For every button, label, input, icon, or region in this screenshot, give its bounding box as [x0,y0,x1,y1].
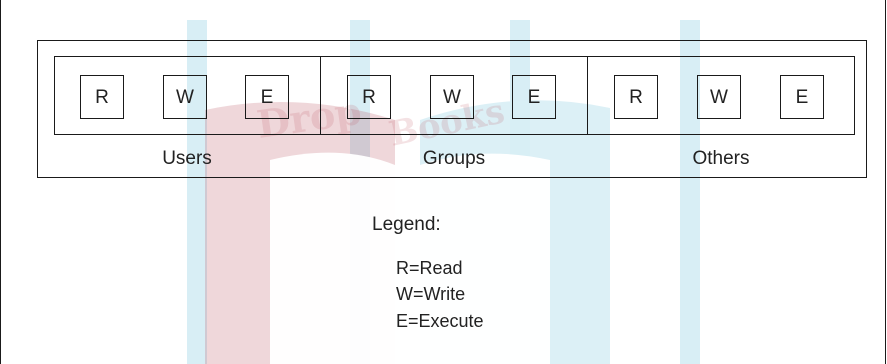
others-read-box: R [614,75,658,119]
legend-item-read: R=Read [396,258,463,278]
legend-item-execute: E=Execute [396,311,484,331]
group-divider-users-groups [320,56,321,135]
others-write-box: W [697,75,741,119]
groups-execute-box: E [512,75,556,119]
others-execute-box: E [780,75,824,119]
diagram-canvas: Drop Books R W E R W E R W E Users Group… [0,0,887,364]
groups-read-box: R [347,75,391,119]
users-write-box: W [163,75,207,119]
users-label: Users [162,148,212,169]
group-divider-groups-others [587,56,588,135]
users-execute-box: E [245,75,289,119]
users-read-box: R [80,75,124,119]
legend-item-write: W=Write [396,284,466,304]
groups-write-box: W [430,75,474,119]
groups-label: Groups [422,148,486,169]
legend-title: Legend: [372,214,441,235]
others-label: Others [692,148,750,169]
